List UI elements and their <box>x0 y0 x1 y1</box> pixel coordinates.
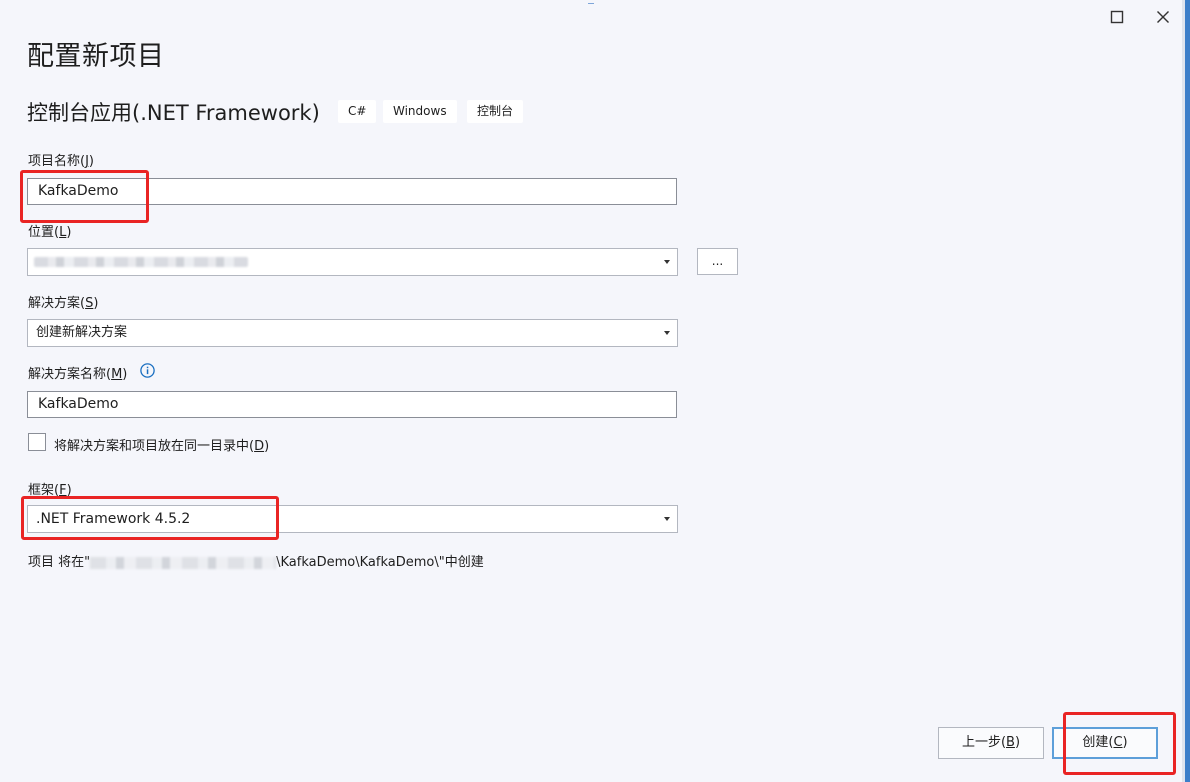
create-button[interactable]: 创建(C) <box>1052 727 1158 759</box>
same-directory-checkbox[interactable] <box>28 433 46 451</box>
title-bar-marker <box>588 0 594 4</box>
tag-platform: Windows <box>383 100 457 123</box>
project-name-input[interactable]: KafkaDemo <box>27 178 677 205</box>
location-combobox[interactable] <box>27 248 678 276</box>
maximize-icon <box>1110 10 1124 24</box>
browse-button[interactable]: ... <box>697 248 738 275</box>
solution-label: 解决方案(S) <box>28 296 99 311</box>
same-directory-label[interactable]: 将解决方案和项目放在同一目录中(D) <box>54 435 269 454</box>
chevron-down-icon[interactable] <box>660 506 674 532</box>
solution-selected-value: 创建新解决方案 <box>36 325 128 340</box>
framework-label: 框架(F) <box>28 483 72 498</box>
chevron-down-icon[interactable] <box>660 320 674 346</box>
close-button[interactable] <box>1148 4 1178 30</box>
solution-name-label: 解决方案名称(M) <box>28 367 128 382</box>
tag-project-type: 控制台 <box>467 100 524 123</box>
template-name: 控制台应用(.NET Framework) <box>27 101 320 125</box>
back-button[interactable]: 上一步(B) <box>938 727 1044 759</box>
tag-language: C# <box>338 100 377 123</box>
window-frame-border <box>1185 0 1190 782</box>
maximize-button[interactable] <box>1102 4 1132 30</box>
redacted-path <box>90 556 277 569</box>
location-label: 位置(L) <box>28 225 72 240</box>
framework-select[interactable]: .NET Framework 4.5.2 <box>27 505 678 533</box>
framework-selected-value: .NET Framework 4.5.2 <box>36 511 191 527</box>
page-title: 配置新项目 <box>27 41 165 72</box>
project-path-note: 项目 将在" \KafkaDemo\KafkaDemo\"中创建 <box>28 555 484 570</box>
project-name-label: 项目名称(J) <box>28 154 94 169</box>
close-icon <box>1157 11 1169 23</box>
chevron-down-icon[interactable] <box>660 249 674 275</box>
solution-name-input[interactable]: KafkaDemo <box>27 391 677 418</box>
info-icon[interactable] <box>140 363 155 378</box>
location-redacted-value <box>34 257 248 267</box>
solution-select[interactable]: 创建新解决方案 <box>27 319 678 347</box>
